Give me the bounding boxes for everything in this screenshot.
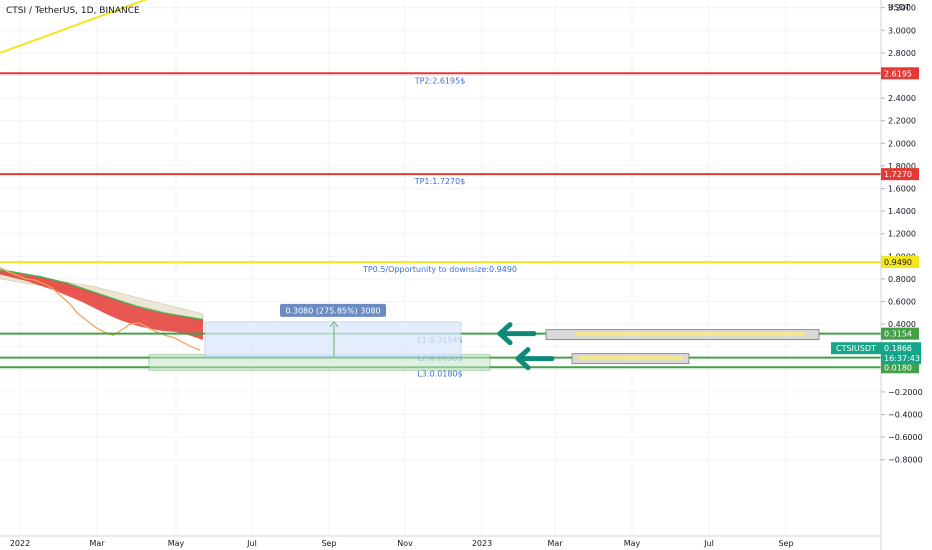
support-zone bbox=[148, 354, 491, 371]
chart-drawings: TP2:2.6195$ TP1:1.7270$ TP0.5/Opportunity … bbox=[0, 0, 881, 378]
x-tick-label: Jul bbox=[703, 539, 714, 548]
symbol-label: CTSIUSDT bbox=[836, 344, 876, 353]
arrow-icon bbox=[515, 347, 555, 371]
time-axis: 2022 Mar May Jul Sep Nov 2023 Mar May Jul Sep bbox=[0, 535, 881, 548]
countdown-value: 16:37:43 bbox=[884, 354, 920, 363]
y-tick-label: −0.6000 bbox=[888, 433, 923, 442]
y-tick-label: 2.0000 bbox=[888, 139, 916, 148]
x-tick-label: Sep bbox=[321, 539, 336, 548]
price-tag-value: 2.6195 bbox=[884, 69, 912, 78]
x-tick-label: Jul bbox=[246, 539, 257, 548]
x-tick-label: Mar bbox=[89, 539, 105, 548]
y-tick-label: 2.2000 bbox=[888, 117, 916, 126]
y-tick-label: 2.8000 bbox=[888, 49, 916, 58]
x-tick-label: Nov bbox=[397, 539, 413, 548]
chart-title: CTSI / TetherUS, 1D, BINANCE bbox=[6, 6, 140, 16]
level-label-tp1: TP1:1.7270$ bbox=[414, 177, 466, 186]
y-tick-label: 1.6000 bbox=[888, 185, 916, 194]
level-label-tp0.5: TP0.5/Opportunity to downsize:0.9490 bbox=[362, 265, 517, 274]
y-tick-label: −0.8000 bbox=[888, 456, 923, 465]
arrow-icon bbox=[497, 322, 537, 346]
y-tick-label: 1.4000 bbox=[888, 207, 916, 216]
level-label-tp2: TP2:2.6195$ bbox=[414, 76, 466, 85]
price-chart[interactable]: TP2:2.6195$ TP1:1.7270$ TP0.5/Opportunity … bbox=[0, 0, 932, 550]
measure-box bbox=[204, 321, 462, 357]
price-axis: 3.60003.40003.20003.00002.80002.60002.40… bbox=[831, 0, 932, 550]
y-tick-label: 1.2000 bbox=[888, 230, 916, 239]
y-tick-label: 0.8000 bbox=[888, 275, 916, 284]
x-tick-label: May bbox=[624, 539, 641, 548]
measure-label: 0.3080 (275.85%) 3080 bbox=[285, 306, 380, 315]
y-tick-label: 0.6000 bbox=[888, 298, 916, 307]
x-tick-label: May bbox=[168, 539, 185, 548]
price-tag-value: 0.0180 bbox=[884, 363, 912, 372]
currency-label: USDT bbox=[888, 3, 910, 12]
y-tick-label: −0.2000 bbox=[888, 388, 923, 397]
note-box-text-block bbox=[578, 356, 683, 361]
note-box-text-block bbox=[575, 332, 805, 337]
y-tick-label: 3.0000 bbox=[888, 26, 916, 35]
y-tick-label: 2.4000 bbox=[888, 94, 916, 103]
current-price-value: 0.1866 bbox=[884, 344, 912, 353]
y-tick-label: −0.4000 bbox=[888, 411, 923, 420]
x-tick-label: Sep bbox=[778, 539, 793, 548]
price-tag-value: 0.9490 bbox=[884, 258, 912, 267]
x-tick-label: 2022 bbox=[10, 539, 30, 548]
x-tick-label: Mar bbox=[547, 539, 563, 548]
price-tag-value: 1.7270 bbox=[884, 170, 912, 179]
ema-ribbon bbox=[0, 269, 203, 340]
price-tag-value: 0.3154 bbox=[884, 330, 912, 339]
x-tick-label: 2023 bbox=[472, 539, 492, 548]
